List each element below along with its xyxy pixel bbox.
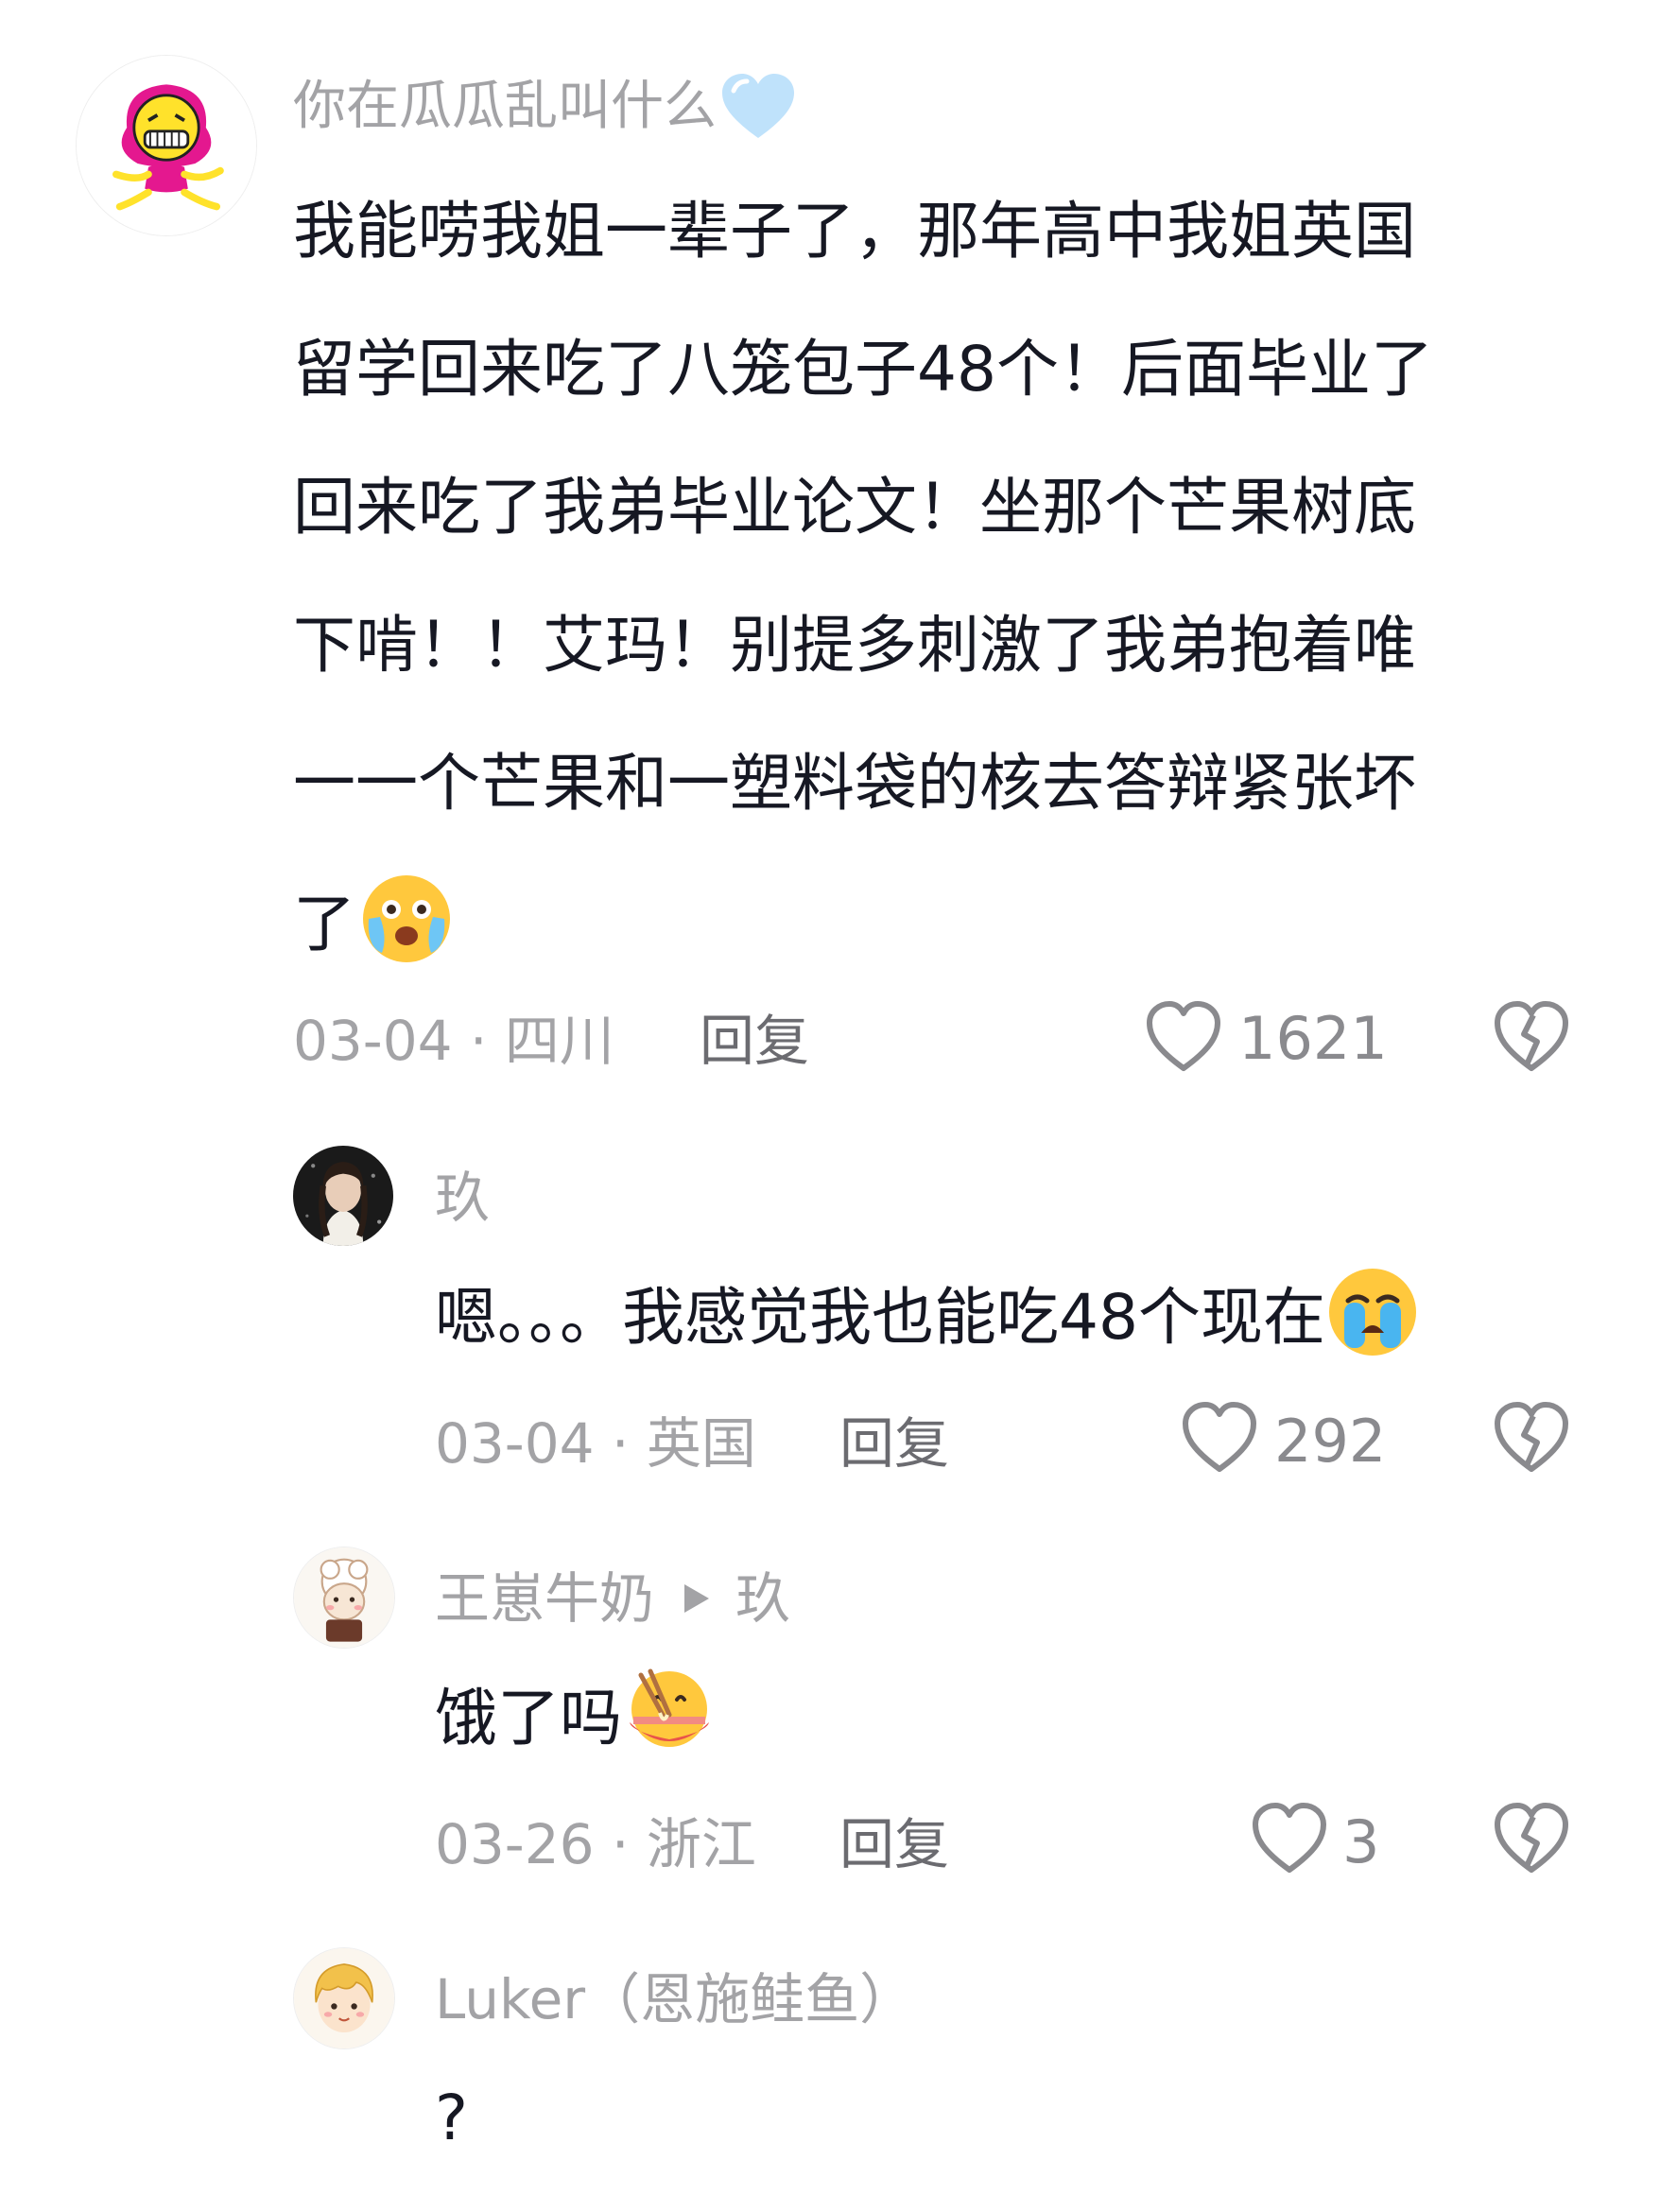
- like-count-2: 292: [1274, 1407, 1387, 1476]
- username-2[interactable]: 玖: [435, 1170, 490, 1225]
- play-triangle-icon: [683, 1582, 711, 1615]
- comment-line: 我能唠我姐一辈子了，那年高中我姐英国: [293, 195, 1416, 268]
- broken-heart-icon[interactable]: [1492, 1000, 1571, 1076]
- avatar-user-3[interactable]: [293, 1547, 395, 1649]
- avatar-user-1[interactable]: [76, 55, 257, 236]
- comment-line: 饿了吗: [435, 1668, 717, 1760]
- comment-line: 一一个芒果和一塑料袋的核去答辩紧张坏: [293, 747, 1416, 820]
- like-count-1: 1621: [1238, 1004, 1388, 1073]
- username-text[interactable]: 你在瓜瓜乱叫什么: [293, 76, 717, 137]
- username-3: 王崽牛奶 玖: [435, 1571, 790, 1626]
- comment-body-3: 饿了吗: [435, 1668, 717, 1760]
- eating-noodles-emoji-icon: [622, 1666, 717, 1760]
- heart-outline-icon[interactable]: [1180, 1401, 1259, 1477]
- comment-line: 嗯。。。我感觉我也能吃48个现在: [435, 1269, 1420, 1359]
- date-location-1: 03-04 · 四川: [293, 1009, 614, 1073]
- comment-line-text: 了: [293, 888, 355, 961]
- comment-text: 嗯。。。我感觉我也能吃48个现在: [435, 1281, 1325, 1355]
- reply-button-3[interactable]: 回复: [839, 1817, 949, 1872]
- blue-heart-icon: [720, 72, 796, 142]
- heart-outline-icon[interactable]: [1250, 1802, 1329, 1877]
- broken-heart-icon[interactable]: [1492, 1401, 1571, 1477]
- like-count-3: 3: [1342, 1807, 1380, 1876]
- reply-button-2[interactable]: 回复: [839, 1416, 949, 1471]
- reply-button-1[interactable]: 回复: [700, 1013, 809, 1068]
- loudly-crying-emoji-icon: [1325, 1265, 1420, 1359]
- username-1[interactable]: 你在瓜瓜乱叫什么: [293, 74, 796, 142]
- comment-body-1: 我能唠我姐一辈子了，那年高中我姐英国 留学回来吃了八笼包子48个！后面毕业了 回…: [293, 200, 1433, 966]
- avatar-user-2[interactable]: [293, 1146, 393, 1246]
- comment-body-2: 嗯。。。我感觉我也能吃48个现在: [435, 1269, 1420, 1359]
- comment-line: 下啃！！艾玛！别提多刺激了我弟抱着唯: [293, 609, 1416, 682]
- username-text[interactable]: 王崽牛奶: [435, 1566, 654, 1631]
- date-location-3: 03-26 · 浙江: [435, 1812, 756, 1876]
- reply-to-username[interactable]: 玖: [735, 1566, 790, 1631]
- broken-heart-icon[interactable]: [1492, 1802, 1571, 1877]
- comment-line: 回来吃了我弟毕业论文！坐那个芒果树底: [293, 471, 1416, 544]
- avatar-user-4[interactable]: [293, 1947, 395, 2049]
- comment-line: 留学回来吃了八笼包子48个！后面毕业了: [293, 333, 1433, 406]
- tearful-smile-emoji-icon: [359, 872, 454, 966]
- date-location-2: 03-04 · 英国: [435, 1411, 756, 1476]
- comment-line-last: 了: [293, 875, 1433, 966]
- comment-text: 饿了吗: [435, 1682, 622, 1755]
- heart-outline-icon[interactable]: [1144, 1000, 1223, 1076]
- comment-body-4: ?: [435, 2082, 469, 2154]
- username-4[interactable]: Luker（恩施鲑鱼）: [435, 1972, 914, 2027]
